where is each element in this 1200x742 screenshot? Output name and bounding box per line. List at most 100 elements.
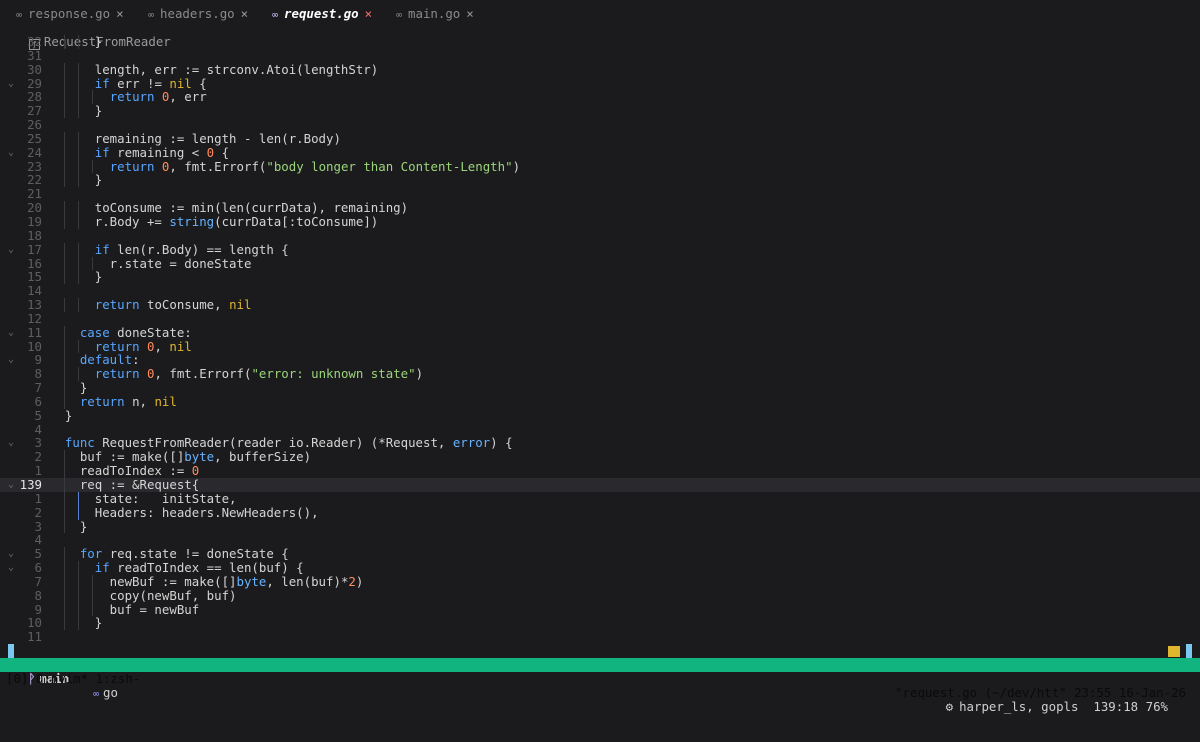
code-line[interactable]: 28 return 0, err [0,89,1200,105]
line-number: 18 [27,227,42,243]
current-line[interactable]: ⌄ 139 req := &Request{ [0,478,1200,492]
line-number: 25 [27,130,42,146]
gear-icon: ⚙ [945,699,954,714]
code-text: if err != nil { [94,75,207,91]
code-line[interactable]: 3 } [0,519,1200,534]
mode-indicator-end [1186,644,1192,658]
line-number: 1 [34,463,42,479]
code-line[interactable]: 1 readToIndex := 0 [0,464,1200,478]
code-line[interactable]: 19 r.Body += string(currData[:toConsume]… [0,215,1200,229]
code-line[interactable]: 8 copy(newBuf, buf) [0,587,1200,603]
code-line[interactable]: 8 return 0, fmt.Errorf("error: unknown s… [0,366,1200,382]
code-line[interactable]: 4 [0,422,1200,437]
go-file-icon: ∞ [93,689,100,700]
close-icon[interactable]: × [466,6,473,21]
code-text: return 0, err [109,89,207,105]
code-text: } [50,380,88,396]
code-line[interactable]: 2 Headers: headers.NewHeaders(), [0,504,1200,520]
code-line[interactable]: 27 } [0,104,1200,119]
tab-label: request.go [284,6,359,21]
line-number: 17 [27,241,42,257]
tab-bar: ∞ response.go × ∞ headers.go × ∞ request.go ×… [0,6,1200,21]
code-line[interactable]: ⌄ 6 if readToIndex == len(buf) { [0,561,1200,575]
code-text: func RequestFromReader(reader io.Reader)… [64,435,513,451]
code-text: for req.state != doneState { [79,546,289,562]
code-line[interactable]: ⌄ 11 case doneState: [0,325,1200,340]
code-line[interactable]: 16 r.state = doneState [0,256,1200,271]
code-text: length, err := strconv.Atoi(lengthStr) [50,61,379,77]
code-line[interactable]: 5 } [0,407,1200,423]
status-right: ⚙ harper_ls, gopls 139:18 76% [946,700,1168,714]
code-line[interactable]: 1 state: initState, [0,491,1200,506]
code-line[interactable]: 26 [0,118,1200,132]
code-text: Headers: headers.NewHeaders(), [50,504,319,520]
code-line[interactable]: 9 buf = newBuf [0,601,1200,617]
go-file-icon: ∞ [16,10,29,21]
code-line[interactable]: 4 [0,533,1200,547]
breadcrumb[interactable]: ƒ RequestFromReader [14,21,171,50]
code-line[interactable]: ⌄ 5 for req.state != doneState { [0,546,1200,562]
code-line[interactable]: 10 return 0, nil [0,339,1200,354]
line-number: 19 [27,213,42,229]
line-number: 11 [27,629,42,645]
code-line[interactable]: 15 } [0,270,1200,285]
code-line[interactable]: 11 [0,630,1200,644]
close-icon[interactable]: × [116,6,123,21]
code-line[interactable]: ⌄ 3 func RequestFromReader(reader io.Read… [0,436,1200,450]
line-number: 4 [34,532,42,548]
line-number: 5 [34,546,42,562]
code-line[interactable]: 2 buf := make([]byte, bufferSize) [0,450,1200,465]
code-text: } [50,172,103,188]
code-line[interactable]: ⌄ 24 if remaining < 0 { [0,145,1200,160]
code-line[interactable]: 32 } [0,35,1200,49]
code-line[interactable]: ⌄ 29 if err != nil { [0,75,1200,91]
code-line[interactable]: 21 [0,187,1200,201]
tab-label: headers.go [160,6,235,21]
code-line[interactable]: 23 return 0, fmt.Errorf("body longer tha… [0,158,1200,174]
code-line[interactable]: 14 [0,284,1200,298]
line-number: 20 [27,200,42,216]
code-line[interactable]: 18 [0,227,1200,243]
code-line[interactable]: ⌄ 9 default: [0,352,1200,368]
code-line[interactable]: 10 } [0,615,1200,631]
code-line[interactable]: 30 length, err := strconv.Atoi(lengthStr… [0,61,1200,77]
code-text: default: [79,352,140,368]
code-editor[interactable]: 32 } 31 30 length, err := strconv.Atoi(len… [0,35,1200,644]
code-line[interactable]: 22 } [0,172,1200,188]
code-line[interactable]: 6 return n, nil [0,395,1200,409]
line-number: 8 [34,587,42,603]
code-text: toConsume := min(len(currData), remainin… [50,200,409,216]
tab-main-go[interactable]: ∞ main.go × [396,6,474,23]
line-number: 30 [27,61,42,77]
code-line[interactable]: 13 return toConsume, nil [0,298,1200,312]
code-text: remaining := length - len(r.Body) [50,130,341,146]
code-text: return 0, fmt.Errorf("error: unknown sta… [94,366,424,382]
close-icon[interactable]: × [365,6,372,21]
line-number: 9 [34,601,42,617]
tab-label: response.go [28,6,111,21]
code-line[interactable]: 7 newBuf := make([]byte, len(buf)*2) [0,574,1200,589]
code-line[interactable]: 25 remaining := length - len(r.Body) [0,132,1200,146]
tab-request-go[interactable]: ∞ request.go × [272,6,372,23]
code-text: return toConsume, nil [94,297,252,313]
tmux-info: "request.go (~/dev/htt" 23:55 16-Jan-26 [895,685,1186,700]
line-number: 10 [27,615,42,631]
code-line[interactable]: 31 [0,48,1200,63]
tmux-windows[interactable]: [0] 0:nvim* 1:zsh- [6,672,140,686]
line-number: 9 [34,352,42,368]
scroll-block [1168,646,1180,657]
line-number: 21 [27,186,42,202]
code-line[interactable]: ⌄ 17 if len(r.Body) == length { [0,241,1200,257]
code-line[interactable]: 20 toConsume := min(len(currData), remai… [0,201,1200,215]
tab-label: main.go [408,6,461,21]
go-file-icon: ∞ [148,10,161,21]
code-text: } [50,407,73,423]
close-icon[interactable]: × [241,6,248,21]
line-number: 14 [27,283,42,299]
code-text: return 0, fmt.Errorf("body longer than C… [109,158,521,174]
line-number: 32 [27,34,42,49]
line-number: 3 [34,435,42,451]
code-line[interactable]: 12 [0,312,1200,326]
code-line[interactable]: 7 } [0,381,1200,395]
status-line: ᚹ main ∞ go ⚙ harper_ls, gopls 139:18 76% [0,644,1200,714]
